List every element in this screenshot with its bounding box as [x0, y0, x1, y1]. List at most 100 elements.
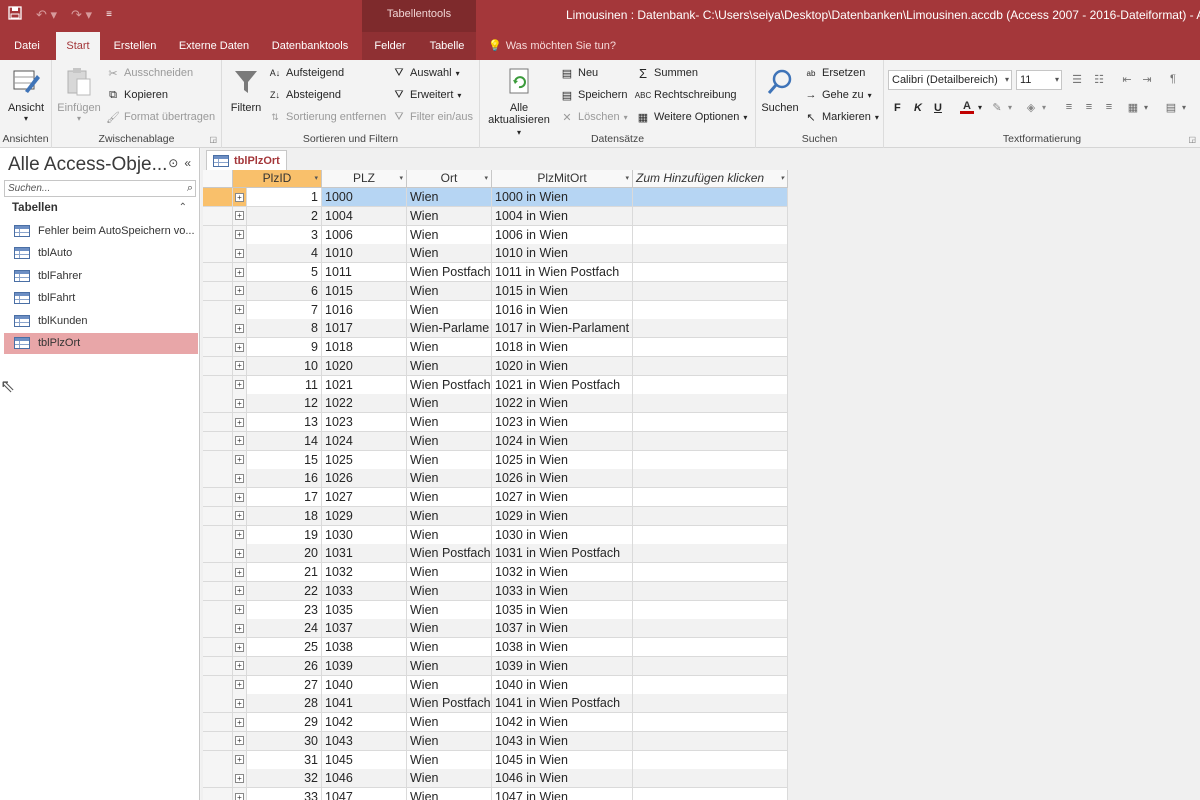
- table-row[interactable]: +32 1046 Wien 1046 in Wien: [203, 769, 788, 789]
- cell-plzmitort[interactable]: 1031 in Wien Postfach: [492, 544, 633, 564]
- expand-subdatasheet-icon[interactable]: +: [233, 338, 247, 357]
- cell-plzid[interactable]: 10: [247, 356, 322, 376]
- cell-add-field[interactable]: [633, 469, 788, 489]
- cell-plz[interactable]: 1022: [322, 394, 407, 414]
- cell-plzid[interactable]: 2: [247, 206, 322, 226]
- cell-ort[interactable]: Wien: [407, 788, 492, 800]
- document-tab-tblPlzOrt[interactable]: tblPlzOrt: [206, 150, 287, 170]
- table-row[interactable]: +23 1035 Wien 1035 in Wien: [203, 600, 788, 620]
- cell-plz[interactable]: 1023: [322, 413, 407, 432]
- cell-plzid[interactable]: 25: [247, 638, 322, 657]
- cell-plzid[interactable]: 1: [247, 188, 322, 207]
- expand-subdatasheet-icon[interactable]: +: [233, 431, 247, 451]
- record-selector[interactable]: [203, 694, 233, 714]
- cell-plz[interactable]: 1038: [322, 638, 407, 657]
- cell-plz[interactable]: 1021: [322, 375, 407, 395]
- cell-add-field[interactable]: [633, 263, 788, 282]
- cell-plz[interactable]: 1020: [322, 356, 407, 376]
- cell-plzmitort[interactable]: 1038 in Wien: [492, 638, 633, 657]
- cell-plz[interactable]: 1004: [322, 206, 407, 226]
- cell-ort[interactable]: Wien: [407, 431, 492, 451]
- record-selector[interactable]: [203, 338, 233, 357]
- table-row[interactable]: +3 1006 Wien 1006 in Wien: [203, 225, 788, 245]
- cell-plzid[interactable]: 24: [247, 619, 322, 639]
- cell-ort[interactable]: Wien: [407, 675, 492, 695]
- cell-plz[interactable]: 1040: [322, 675, 407, 695]
- increase-indent-button[interactable]: ⇥: [1140, 72, 1154, 86]
- delete-record-button[interactable]: ✕ Löschen ▾: [560, 110, 627, 124]
- cell-add-field[interactable]: [633, 769, 788, 789]
- collapse-pane-icon[interactable]: «: [184, 156, 191, 170]
- cell-plzmitort[interactable]: 1021 in Wien Postfach: [492, 375, 633, 395]
- record-selector[interactable]: [203, 356, 233, 376]
- cell-plzid[interactable]: 12: [247, 394, 322, 414]
- table-row[interactable]: +11 1021 Wien Postfach 1021 in Wien Postfac…: [203, 375, 788, 395]
- cell-plz[interactable]: 1035: [322, 600, 407, 620]
- column-header-plz[interactable]: PLZ ▾: [322, 170, 407, 188]
- expand-subdatasheet-icon[interactable]: +: [233, 394, 247, 414]
- tab-table[interactable]: Tabelle: [420, 32, 474, 60]
- record-selector[interactable]: [203, 544, 233, 564]
- cell-plzid[interactable]: 20: [247, 544, 322, 564]
- cell-plzmitort[interactable]: 1047 in Wien: [492, 788, 633, 800]
- nav-pane-title[interactable]: Alle Access-Obje...: [8, 154, 167, 176]
- goto-button[interactable]: → Gehe zu ▾: [804, 88, 872, 102]
- chevron-down-icon[interactable]: ▾: [484, 170, 488, 187]
- view-button[interactable]: Ansicht ▾: [6, 66, 46, 123]
- table-row[interactable]: +27 1040 Wien 1040 in Wien: [203, 675, 788, 695]
- save-record-button[interactable]: ▤ Speichern: [560, 88, 628, 102]
- cell-add-field[interactable]: [633, 394, 788, 414]
- cell-plz[interactable]: 1024: [322, 431, 407, 451]
- cell-plzmitort[interactable]: 1015 in Wien: [492, 281, 633, 301]
- cell-add-field[interactable]: [633, 225, 788, 245]
- column-header-plzid[interactable]: PlzID ▾: [233, 170, 322, 188]
- expand-subdatasheet-icon[interactable]: +: [233, 750, 247, 770]
- cell-add-field[interactable]: [633, 713, 788, 732]
- expand-subdatasheet-icon[interactable]: +: [233, 769, 247, 789]
- cell-plzmitort[interactable]: 1022 in Wien: [492, 394, 633, 414]
- cell-plz[interactable]: 1039: [322, 656, 407, 676]
- column-header-add-field[interactable]: Zum Hinzufügen klicken ▾: [633, 170, 788, 188]
- table-row[interactable]: +15 1025 Wien 1025 in Wien: [203, 450, 788, 470]
- clipboard-launcher-icon[interactable]: ◲: [209, 135, 217, 144]
- expand-subdatasheet-icon[interactable]: +: [233, 469, 247, 489]
- datasheet-grid[interactable]: PlzID ▾ PLZ ▾ Ort ▾ PlzMitOrt ▾ Zum Hinzufüg…: [203, 170, 1200, 800]
- cell-plzmitort[interactable]: 1017 in Wien-Parlament: [492, 319, 633, 339]
- cell-plz[interactable]: 1045: [322, 750, 407, 770]
- expand-subdatasheet-icon[interactable]: +: [233, 525, 247, 545]
- cell-plz[interactable]: 1046: [322, 769, 407, 789]
- table-row[interactable]: +5 1011 Wien Postfach 1011 in Wien Postfach: [203, 263, 788, 282]
- bullets-button[interactable]: ☰: [1070, 72, 1084, 86]
- table-row[interactable]: +21 1032 Wien 1032 in Wien: [203, 563, 788, 582]
- cell-add-field[interactable]: [633, 450, 788, 470]
- table-row[interactable]: +8 1017 Wien-Parlame 1017 in Wien-Parlament: [203, 319, 788, 339]
- record-selector[interactable]: [203, 375, 233, 395]
- paste-button[interactable]: Einfügen ▾: [56, 66, 102, 123]
- cell-plzid[interactable]: 26: [247, 656, 322, 676]
- cell-add-field[interactable]: [633, 525, 788, 545]
- expand-subdatasheet-icon[interactable]: +: [233, 506, 247, 526]
- new-record-button[interactable]: ▤ Neu: [560, 66, 598, 80]
- save-icon[interactable]: [8, 6, 22, 23]
- cell-ort[interactable]: Wien: [407, 656, 492, 676]
- cell-add-field[interactable]: [633, 413, 788, 432]
- cell-plzmitort[interactable]: 1018 in Wien: [492, 338, 633, 357]
- cell-add-field[interactable]: [633, 750, 788, 770]
- cell-plzmitort[interactable]: 1030 in Wien: [492, 525, 633, 545]
- cell-plzmitort[interactable]: 1042 in Wien: [492, 713, 633, 732]
- cell-plz[interactable]: 1042: [322, 713, 407, 732]
- cell-plzmitort[interactable]: 1025 in Wien: [492, 450, 633, 470]
- cell-ort[interactable]: Wien: [407, 638, 492, 657]
- cell-plzid[interactable]: 16: [247, 469, 322, 489]
- cell-ort[interactable]: Wien: [407, 356, 492, 376]
- decrease-indent-button[interactable]: ⇤: [1120, 72, 1134, 86]
- table-row[interactable]: +22 1033 Wien 1033 in Wien: [203, 581, 788, 601]
- cell-plz[interactable]: 1000: [322, 188, 407, 207]
- nav-item[interactable]: tblFahrt: [4, 288, 198, 309]
- cell-plzmitort[interactable]: 1000 in Wien: [492, 188, 633, 207]
- cell-add-field[interactable]: [633, 319, 788, 339]
- tab-database-tools[interactable]: Datenbanktools: [264, 32, 356, 60]
- cell-ort[interactable]: Wien-Parlame: [407, 319, 492, 339]
- table-row[interactable]: +1 1000 Wien 1000 in Wien: [203, 188, 788, 207]
- expand-subdatasheet-icon[interactable]: +: [233, 450, 247, 470]
